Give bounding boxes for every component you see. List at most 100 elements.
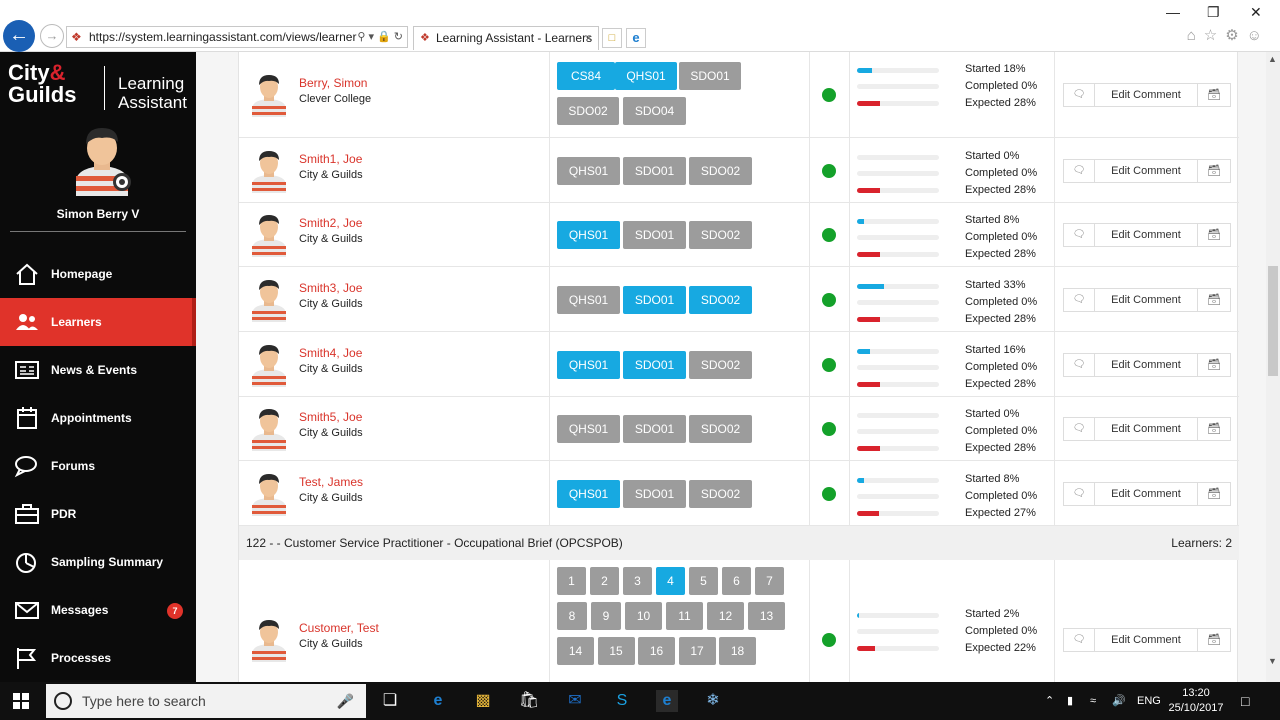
system-clock[interactable]: 13:20 25/10/2017 — [1168, 686, 1224, 716]
taskbar-search[interactable]: Type here to search 🎤 — [46, 684, 366, 718]
unit-chip[interactable]: QHS01 — [557, 351, 620, 379]
learner-avatar[interactable] — [249, 73, 289, 117]
restore-icon[interactable]: ❐ — [1207, 4, 1220, 21]
unit-chip[interactable]: SDO01 — [623, 351, 686, 379]
portfolio-button[interactable]: 🗃 — [1197, 417, 1231, 441]
learner-avatar[interactable] — [249, 343, 289, 387]
unit-chip[interactable]: 18 — [719, 637, 756, 665]
unit-chip[interactable]: 3 — [623, 567, 652, 595]
tray-chevron-icon[interactable]: ⌃ — [1045, 682, 1054, 720]
sidebar-item-forums[interactable]: Forums — [0, 442, 196, 490]
edit-comment-button[interactable]: Edit Comment — [1094, 223, 1198, 247]
outlook-icon[interactable]: ✉ — [564, 690, 586, 712]
learner-avatar[interactable] — [249, 407, 289, 451]
learner-name-link[interactable]: Customer, Test — [299, 621, 379, 635]
unit-chip[interactable]: 17 — [678, 637, 716, 665]
unit-chip[interactable]: 15 — [597, 637, 635, 665]
scroll-up-icon[interactable]: ▲ — [1268, 54, 1277, 64]
profile-avatar[interactable] — [68, 124, 131, 196]
comment-icon-button[interactable]: 🗨 — [1063, 417, 1095, 441]
unit-chip[interactable]: SDO02 — [689, 221, 752, 249]
unit-chip[interactable]: SDO01 — [623, 480, 686, 508]
skype-icon[interactable]: S — [611, 690, 633, 712]
portfolio-button[interactable]: 🗃 — [1197, 83, 1231, 107]
language-indicator[interactable]: ENG — [1137, 682, 1161, 720]
sidebar-item-sampling-summary[interactable]: Sampling Summary — [0, 538, 196, 586]
sidebar-item-appointments[interactable]: Appointments — [0, 394, 196, 442]
scroll-down-icon[interactable]: ▼ — [1268, 656, 1277, 666]
edit-comment-button[interactable]: Edit Comment — [1094, 159, 1198, 183]
unit-chip[interactable]: 12 — [707, 602, 744, 630]
edit-comment-button[interactable]: Edit Comment — [1094, 288, 1198, 312]
microphone-icon[interactable]: 🎤 — [337, 684, 354, 718]
unit-chip[interactable]: 10 — [625, 602, 662, 630]
unit-chip[interactable]: 5 — [689, 567, 718, 595]
browser-toolbar-icons[interactable]: ⌂☆⚙☺ — [1187, 26, 1270, 44]
forward-button[interactable]: → — [40, 24, 64, 48]
learner-name-link[interactable]: Smith3, Joe — [299, 281, 362, 295]
network-icon[interactable]: ≈ — [1090, 682, 1096, 720]
unit-chip[interactable]: QHS01 — [557, 480, 620, 508]
edit-comment-button[interactable]: Edit Comment — [1094, 417, 1198, 441]
unit-chip[interactable]: CS84 — [557, 62, 615, 90]
unit-chip[interactable]: SDO04 — [623, 97, 686, 125]
unit-chip[interactable]: SDO02 — [557, 97, 619, 125]
unit-chip[interactable]: QHS01 — [557, 221, 620, 249]
sidebar-item-learners[interactable]: Learners — [0, 298, 196, 346]
battery-icon[interactable]: ▮ — [1067, 682, 1073, 720]
learner-name-link[interactable]: Smith2, Joe — [299, 216, 362, 230]
learner-name-link[interactable]: Smith1, Joe — [299, 152, 362, 166]
internet-explorer-icon[interactable]: e — [656, 690, 678, 712]
unit-chip[interactable]: 13 — [748, 602, 785, 630]
comment-icon-button[interactable]: 🗨 — [1063, 482, 1095, 506]
close-window-icon[interactable]: ✕ — [1250, 4, 1262, 21]
portfolio-button[interactable]: 🗃 — [1197, 223, 1231, 247]
unit-chip[interactable]: 11 — [666, 602, 703, 630]
learner-name-link[interactable]: Berry, Simon — [299, 76, 367, 90]
new-tab-icon[interactable]: □ — [602, 28, 622, 48]
portfolio-button[interactable]: 🗃 — [1197, 353, 1231, 377]
unit-chip[interactable]: 14 — [557, 637, 594, 665]
volume-icon[interactable]: 🔊 — [1112, 682, 1126, 720]
user-name[interactable]: Simon Berry V — [0, 207, 196, 221]
windows-start-icon[interactable] — [13, 693, 29, 709]
learner-avatar[interactable] — [249, 618, 289, 662]
store-icon[interactable]: 🛍 — [518, 690, 540, 712]
portfolio-button[interactable]: 🗃 — [1197, 482, 1231, 506]
learner-avatar[interactable] — [249, 149, 289, 193]
comment-icon-button[interactable]: 🗨 — [1063, 353, 1095, 377]
unit-chip[interactable]: SDO02 — [689, 480, 752, 508]
unit-chip[interactable]: SDO01 — [623, 286, 686, 314]
app-icon[interactable]: ❄ — [702, 690, 724, 712]
scrollbar-thumb[interactable] — [1268, 266, 1278, 376]
unit-chip[interactable]: SDO01 — [679, 62, 741, 90]
file-explorer-icon[interactable]: ▩ — [472, 690, 494, 712]
brand-logo[interactable]: City& Guilds Learning Assistant — [8, 62, 190, 114]
unit-chip[interactable]: 2 — [590, 567, 619, 595]
unit-chip[interactable]: 8 — [557, 602, 587, 630]
sidebar-item-messages[interactable]: Messages 7 — [0, 586, 196, 634]
sidebar-item-pdr[interactable]: PDR — [0, 490, 196, 538]
edit-comment-button[interactable]: Edit Comment — [1094, 482, 1198, 506]
comment-icon-button[interactable]: 🗨 — [1063, 83, 1095, 107]
sidebar-item-processes[interactable]: Processes — [0, 634, 196, 682]
minimize-icon[interactable]: — — [1166, 4, 1180, 20]
close-tab-icon[interactable]: × — [585, 27, 592, 49]
portfolio-button[interactable]: 🗃 — [1197, 159, 1231, 183]
unit-chip[interactable]: SDO02 — [689, 415, 752, 443]
unit-chip[interactable]: QHS01 — [615, 62, 677, 90]
unit-chip[interactable]: 6 — [722, 567, 751, 595]
unit-chip[interactable]: SDO02 — [689, 286, 752, 314]
portfolio-button[interactable]: 🗃 — [1197, 628, 1231, 652]
unit-chip[interactable]: SDO01 — [623, 221, 686, 249]
comment-icon-button[interactable]: 🗨 — [1063, 628, 1095, 652]
unit-chip[interactable]: SDO02 — [689, 351, 752, 379]
unit-chip[interactable]: SDO02 — [689, 157, 752, 185]
unit-chip[interactable]: 16 — [638, 637, 675, 665]
task-view-icon[interactable]: ❏ — [379, 690, 401, 712]
learner-name-link[interactable]: Smith5, Joe — [299, 410, 362, 424]
sidebar-item-news-events[interactable]: News & Events — [0, 346, 196, 394]
unit-chip[interactable]: 7 — [755, 567, 784, 595]
sidebar-item-homepage[interactable]: Homepage — [0, 250, 196, 298]
ie-icon[interactable]: e — [626, 28, 646, 48]
